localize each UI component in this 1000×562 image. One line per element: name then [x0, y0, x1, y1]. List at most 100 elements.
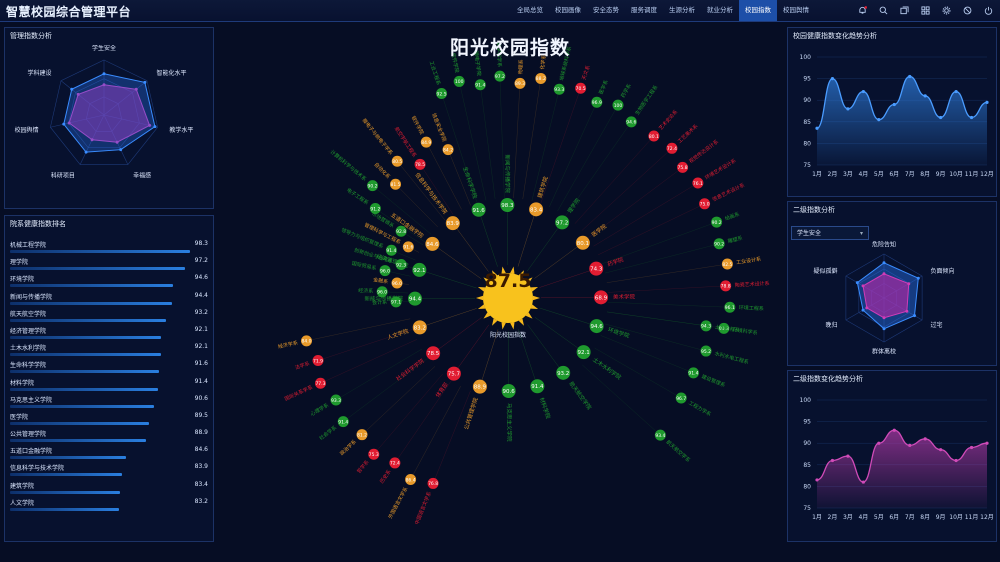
data-point [892, 428, 896, 432]
department-name: 建筑学院 [10, 482, 35, 490]
nav-tab[interactable]: 校园画像 [549, 0, 587, 21]
department-label: 美术学院 [613, 293, 636, 301]
notification-bell-icon[interactable] [852, 0, 873, 21]
department-name: 马克思主义学院 [10, 396, 53, 404]
ranking-row[interactable]: 理学院 97.2 [8, 257, 208, 274]
ranking-row[interactable]: 马克思主义学院 90.6 [8, 395, 208, 412]
x-tick-label: 2月 [828, 514, 838, 521]
ranking-row[interactable]: 医学院 89.5 [8, 412, 208, 429]
ranking-row[interactable]: 环境学院 94.6 [8, 274, 208, 291]
search-icon[interactable] [873, 0, 894, 21]
score-bar [10, 507, 119, 511]
sub-department-label: 环境艺术设计系 [704, 157, 738, 181]
sub-department-value: 95.2 [701, 349, 711, 355]
sub-department-value: 92.8 [396, 229, 406, 235]
panel-title: 二级指数变化趋势分析 [793, 375, 863, 383]
sub-department-value: 91.6 [403, 245, 413, 251]
nav-tab[interactable]: 校园指数 [739, 0, 777, 21]
x-tick-label: 5月 [874, 514, 884, 521]
y-tick-label: 85 [803, 119, 811, 126]
top-bar: 智慧校园综合管理平台 全局总览 校园画像 安全态势 服务调度 生源分析 就业分析 校园指数校… [0, 0, 1000, 22]
department-value: 83.2 [414, 325, 426, 331]
department-label: 药学院 [606, 255, 625, 268]
nav-tab[interactable]: 就业分析 [701, 0, 739, 21]
ranking-row[interactable]: 人文学院 83.2 [8, 498, 208, 515]
ranking-row[interactable]: 航天航空学院 93.2 [8, 309, 208, 326]
radar-point [882, 272, 886, 276]
radar-label: 危险告知 [872, 240, 896, 248]
data-point [954, 89, 958, 94]
nav-tab[interactable]: 生源分析 [663, 0, 701, 21]
sub-department-value: 71.9 [313, 358, 323, 364]
nav-tab[interactable]: 全局总览 [511, 0, 549, 21]
ranking-row[interactable]: 公共管理学院 88.9 [8, 429, 208, 446]
nav-tab[interactable]: 服务调度 [625, 0, 663, 21]
radar-label: 校园舆情 [15, 126, 39, 134]
radar-label: 学生安全 [92, 45, 116, 52]
department-value: 94.6 [591, 324, 604, 330]
x-tick-label: 3月 [843, 171, 853, 178]
sub-department-value: 81.2 [357, 432, 367, 438]
nav-tab[interactable]: 安全态势 [587, 0, 625, 21]
data-point [969, 115, 974, 120]
department-label: 航天航空学院 [568, 380, 594, 412]
x-tick-label: 2月 [828, 171, 838, 178]
ranking-row[interactable]: 经济管理学院 92.1 [8, 326, 208, 343]
ranking-row[interactable]: 土木水利学院 92.1 [8, 343, 208, 360]
sub-department-value: 84.0 [301, 339, 311, 345]
data-point [954, 458, 958, 463]
data-point [908, 443, 912, 447]
department-value: 98.3 [501, 203, 514, 209]
score-bar [10, 404, 154, 408]
panel-title: 管理指数分析 [10, 32, 52, 40]
x-tick-label: 8月 [920, 171, 930, 178]
radar-label: 教学水平 [169, 126, 193, 134]
ranking-row[interactable]: 建筑学院 83.4 [8, 481, 208, 498]
department-value: 88.9 [474, 385, 487, 391]
department-name: 新闻与传播学院 [10, 293, 53, 301]
x-tick-label: 12月 [980, 514, 994, 521]
grid-icon[interactable] [915, 0, 936, 21]
sub-department-value: 93.4 [655, 433, 665, 439]
window-icon[interactable] [894, 0, 915, 21]
connector-line [607, 301, 730, 308]
sub-department-value: 91.4 [338, 419, 348, 425]
connector-line [419, 269, 477, 289]
x-tick-label: 4月 [858, 171, 868, 178]
power-icon[interactable] [978, 0, 999, 21]
connector-line [522, 78, 542, 200]
score-bar [10, 456, 126, 460]
department-score: 91.6 [194, 360, 208, 368]
ranking-row[interactable]: 五道口金融学院 84.6 [8, 446, 208, 463]
ranking-row[interactable]: 材料学院 91.4 [8, 378, 208, 395]
radar-label: 群体离校 [872, 348, 896, 356]
nav-tab[interactable]: 校园舆情 [777, 0, 815, 21]
sub-department-value: 96.1 [725, 305, 735, 311]
department-label: 医学院 [590, 222, 608, 239]
sun-ray [532, 295, 540, 301]
sub-department-label: 绘画系 [724, 211, 741, 223]
ranking-row[interactable]: 新闻与传播学院 94.4 [8, 292, 208, 309]
settings-gear-icon[interactable] [936, 0, 957, 21]
radar-point [153, 125, 157, 129]
x-tick-label: 6月 [889, 514, 899, 521]
sub-department-label: 政治学系 [338, 438, 357, 457]
ranking-row[interactable]: 生命科学学院 91.6 [8, 360, 208, 377]
ranking-row[interactable]: 信息科学与技术学院 83.9 [8, 463, 208, 480]
block-icon[interactable] [957, 0, 978, 21]
sub-department-label: 微电子与纳电子学系 [361, 117, 395, 156]
score-bar [10, 490, 120, 494]
ranking-row[interactable]: 机械工程学院 98.3 [8, 240, 208, 257]
y-tick-label: 100 [800, 397, 812, 404]
y-tick-label: 90 [803, 97, 811, 104]
radar-point [143, 80, 147, 84]
data-point [892, 102, 896, 107]
department-score: 94.6 [194, 274, 208, 282]
sub-department-label: 药学系 [619, 83, 633, 100]
department-value: 74.3 [590, 267, 603, 273]
sub-department-value: 96.0 [377, 290, 387, 296]
y-tick-label: 100 [800, 54, 812, 61]
sub-department-value: 90.2 [368, 183, 378, 189]
sub-department-value: 72.4 [390, 461, 400, 467]
department-score: 83.9 [194, 463, 208, 471]
